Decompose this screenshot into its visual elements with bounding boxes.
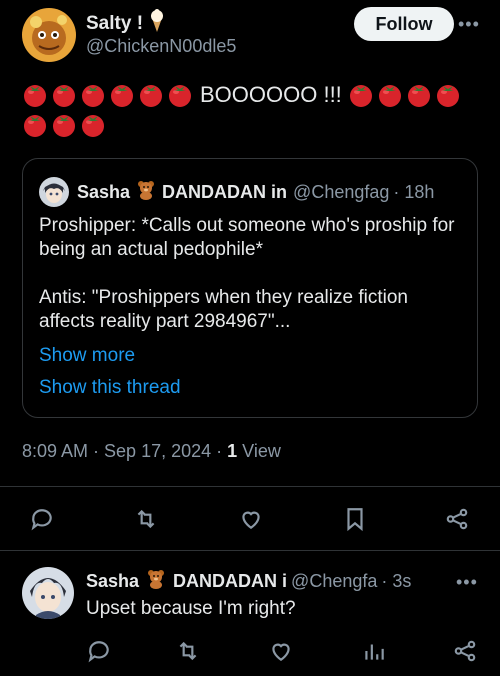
tomato-emoji	[111, 85, 133, 107]
author-name-text[interactable]: Salty !	[86, 13, 143, 35]
tomato-emoji	[407, 85, 430, 107]
tomato-emoji	[169, 85, 191, 107]
tomato-emoji	[378, 85, 401, 107]
reply-author-avatar[interactable]	[22, 567, 74, 619]
follow-button[interactable]: Follow	[354, 7, 454, 41]
reply-author-name[interactable]: Sasha	[86, 571, 139, 592]
quoted-author-handle[interactable]: @Chengfag	[293, 182, 389, 203]
tweet-text: BOOOOOO !!!	[22, 80, 482, 140]
reply-icon[interactable]	[84, 636, 114, 666]
tomato-emoji	[349, 85, 372, 107]
views-icon[interactable]	[359, 636, 389, 666]
tomato-emoji	[53, 115, 75, 137]
tweet-meta: 8:09 AM · Sep 17, 2024 · 1 View	[22, 441, 281, 462]
author-name[interactable]: Salty !	[86, 9, 165, 39]
divider	[0, 550, 500, 551]
author-avatar[interactable]	[22, 8, 76, 62]
quoted-tweet-card[interactable]: Sasha DANDADAN in @Chengfag · 18h Proshi…	[22, 158, 478, 418]
reply-text: Upset because I'm right?	[86, 598, 296, 619]
reply-author-name-suffix[interactable]: DANDADAN i	[173, 571, 287, 592]
ice-cream-emoji	[149, 9, 165, 39]
teddy-bear-emoji	[136, 180, 156, 205]
teddy-bear-emoji	[146, 569, 166, 594]
show-more-link[interactable]: Show more	[39, 345, 135, 367]
share-icon[interactable]	[450, 636, 480, 666]
more-options-icon[interactable]: •••	[458, 14, 480, 35]
tweet-timestamp[interactable]: 8:09 AM · Sep 17, 2024 ·	[22, 441, 227, 461]
like-icon[interactable]	[266, 636, 296, 666]
quoted-author-name[interactable]: Sasha	[77, 182, 130, 203]
quoted-author-name-suffix[interactable]: DANDADAN in	[162, 182, 287, 203]
tweet-text-word: BOOOOOO !!!	[200, 82, 342, 107]
bookmark-icon[interactable]	[340, 504, 370, 534]
author-handle[interactable]: @ChickenN00dle5	[86, 36, 236, 57]
quoted-author-avatar[interactable]	[39, 177, 69, 207]
show-thread-link[interactable]: Show this thread	[39, 377, 181, 399]
tweet-header: Salty ! @ChickenN00dle5 Follow •••	[0, 0, 500, 70]
views-label: View	[237, 441, 281, 461]
divider	[0, 486, 500, 487]
reply-header: Sasha DANDADAN i @Chengfa · 3s	[86, 569, 446, 594]
views-count: 1	[227, 441, 238, 461]
reply-author-handle[interactable]: @Chengfa	[291, 571, 377, 592]
retweet-icon[interactable]	[173, 636, 203, 666]
tomato-emoji-group	[22, 82, 196, 107]
reply-age: · 3s	[381, 571, 412, 591]
retweet-icon[interactable]	[131, 504, 161, 534]
reply-icon[interactable]	[27, 504, 57, 534]
quoted-tweet-header: Sasha DANDADAN in @Chengfag · 18h	[39, 177, 434, 207]
quoted-tweet-body: Proshipper: *Calls out someone who's pro…	[39, 214, 459, 334]
more-options-icon[interactable]: •••	[456, 572, 478, 593]
tomato-emoji	[24, 115, 46, 137]
tomato-emoji	[82, 85, 104, 107]
tomato-emoji	[24, 85, 46, 107]
like-icon[interactable]	[236, 504, 266, 534]
tomato-emoji	[82, 115, 104, 137]
quoted-tweet-paragraph: Proshipper: *Calls out someone who's pro…	[39, 215, 455, 260]
quoted-tweet-age: · 18h	[393, 181, 435, 202]
tomato-emoji	[140, 85, 162, 107]
tomato-emoji	[53, 85, 75, 107]
tomato-emoji	[436, 85, 459, 107]
quoted-tweet-paragraph: Antis: "Proshippers when they realize fi…	[39, 287, 408, 332]
share-icon[interactable]	[442, 504, 472, 534]
